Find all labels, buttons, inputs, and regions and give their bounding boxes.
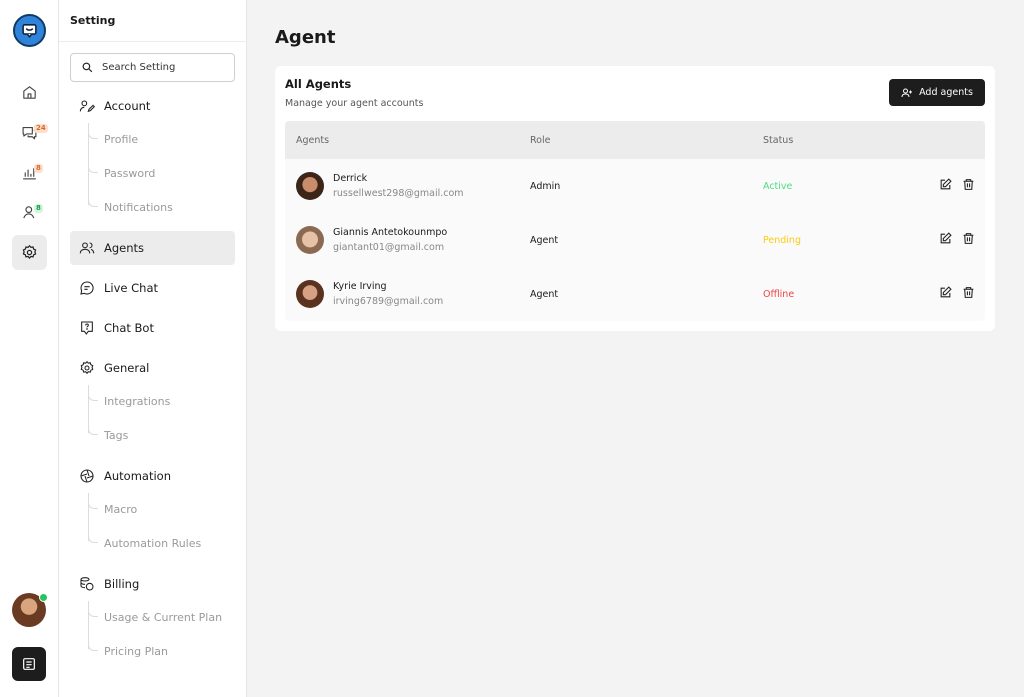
column-header-role: Role <box>530 135 551 146</box>
contacts-nav-button[interactable]: 8 <box>12 195 47 230</box>
search-input[interactable] <box>102 62 222 73</box>
tree-branch <box>88 199 98 207</box>
agent-avatar <box>296 280 324 308</box>
home-icon[interactable] <box>12 75 47 110</box>
pen-user-icon <box>79 98 95 114</box>
status-text: Active <box>763 181 793 192</box>
online-status-dot <box>39 593 48 602</box>
user-avatar[interactable] <box>12 593 48 627</box>
sidebar-title: Setting <box>70 14 116 27</box>
tree-branch <box>88 643 98 651</box>
tree-branch <box>88 609 98 617</box>
sidebar-item-label: Account <box>104 99 151 113</box>
reports-badge: 8 <box>34 164 43 173</box>
sidebar-item-billing[interactable]: Billing <box>70 567 235 601</box>
status-text: Offline <box>763 289 795 300</box>
search-icon <box>82 62 93 73</box>
card-title: All Agents <box>285 77 352 91</box>
sidebar-item-tags[interactable]: Tags <box>104 429 128 442</box>
trash-icon[interactable] <box>961 285 975 299</box>
app-logo-icon[interactable] <box>13 14 46 47</box>
sidebar-item-integrations[interactable]: Integrations <box>104 395 170 408</box>
sidebar-divider <box>59 41 246 42</box>
sidebar-item-chat-bot[interactable]: Chat Bot <box>70 311 235 345</box>
sidebar-item-macro[interactable]: Macro <box>104 503 137 516</box>
sidebar-item-agents[interactable]: Agents <box>70 231 235 265</box>
document-icon <box>23 658 35 670</box>
tree-branch <box>88 535 98 543</box>
sidebar-item-live-chat[interactable]: Live Chat <box>70 271 235 305</box>
sidebar-item-usage-plan[interactable]: Usage & Current Plan <box>104 611 222 624</box>
aperture-icon <box>79 468 95 484</box>
sidebar-item-label: Agents <box>104 241 145 255</box>
edit-icon[interactable] <box>938 177 952 191</box>
sidebar-item-notifications[interactable]: Notifications <box>104 201 173 214</box>
users-icon <box>79 240 95 256</box>
sidebar-item-automation[interactable]: Automation <box>70 459 235 493</box>
sidebar-item-profile[interactable]: Profile <box>104 133 138 146</box>
table-row[interactable]: Derrick russellwest298@gmail.com Admin A… <box>285 159 985 213</box>
sidebar-item-label: Automation <box>104 469 171 483</box>
sidebar-item-account[interactable]: Account <box>70 89 235 123</box>
chat-badge: 24 <box>34 124 48 133</box>
agent-name: Giannis Antetokounmpo <box>333 227 448 238</box>
tree-branch <box>88 427 98 435</box>
chat-bubble-icon <box>79 280 95 296</box>
sidebar-item-automation-rules[interactable]: Automation Rules <box>104 537 201 550</box>
edit-icon[interactable] <box>938 231 952 245</box>
add-agents-label: Add agents <box>919 87 973 98</box>
sidebar-item-label: Chat Bot <box>104 321 154 335</box>
trash-icon[interactable] <box>961 177 975 191</box>
agent-role: Agent <box>530 235 559 246</box>
chat-nav-button[interactable]: 24 <box>12 115 48 150</box>
coins-icon <box>79 576 95 592</box>
agents-table: Agents Role Status Derrick russellwest29… <box>285 121 985 321</box>
column-header-status: Status <box>763 135 794 146</box>
agent-email: irving6789@gmail.com <box>333 296 444 307</box>
tree-branch <box>88 393 98 401</box>
agent-avatar <box>296 172 324 200</box>
sidebar-item-password[interactable]: Password <box>104 167 155 180</box>
edit-icon[interactable] <box>938 285 952 299</box>
sidebar-item-label: Live Chat <box>104 281 159 295</box>
trash-icon[interactable] <box>961 231 975 245</box>
add-agents-button[interactable]: Add agents <box>889 79 985 106</box>
agent-role: Admin <box>530 181 561 192</box>
table-row[interactable]: Kyrie Irving irving6789@gmail.com Agent … <box>285 267 985 321</box>
agent-name: Kyrie Irving <box>333 281 387 292</box>
document-button[interactable] <box>12 647 46 681</box>
agent-email: russellwest298@gmail.com <box>333 188 464 199</box>
add-user-icon <box>901 88 913 97</box>
card-subtitle: Manage your agent accounts <box>285 98 424 109</box>
column-header-agents: Agents <box>296 135 330 146</box>
sidebar-item-general[interactable]: General <box>70 351 235 385</box>
contacts-badge: 8 <box>34 204 43 213</box>
agent-email: giantant01@gmail.com <box>333 242 445 253</box>
sidebar-item-pricing-plan[interactable]: Pricing Plan <box>104 645 168 658</box>
tree-branch <box>88 131 98 139</box>
reports-nav-button[interactable]: 8 <box>12 155 47 190</box>
sidebar-item-label: General <box>104 361 150 375</box>
gear-icon <box>79 360 95 376</box>
table-row[interactable]: Giannis Antetokounmpo giantant01@gmail.c… <box>285 213 985 267</box>
table-header: Agents Role Status <box>285 121 985 159</box>
help-message-icon <box>79 320 95 336</box>
page-title: Agent <box>275 27 336 48</box>
sidebar-item-label: Billing <box>104 577 140 591</box>
status-text: Pending <box>763 235 801 246</box>
gear-icon <box>22 244 37 260</box>
agent-avatar <box>296 226 324 254</box>
agent-name: Derrick <box>333 173 368 184</box>
settings-sidebar: Setting Account Profile Password Notific… <box>59 0 247 697</box>
tree-branch <box>88 501 98 509</box>
search-box[interactable] <box>70 53 235 82</box>
settings-nav-button[interactable] <box>12 235 47 270</box>
tree-branch <box>88 165 98 173</box>
agents-card: All Agents Manage your agent accounts Ad… <box>275 66 995 331</box>
icon-rail: 24 8 8 <box>0 0 59 697</box>
agent-role: Agent <box>530 289 559 300</box>
